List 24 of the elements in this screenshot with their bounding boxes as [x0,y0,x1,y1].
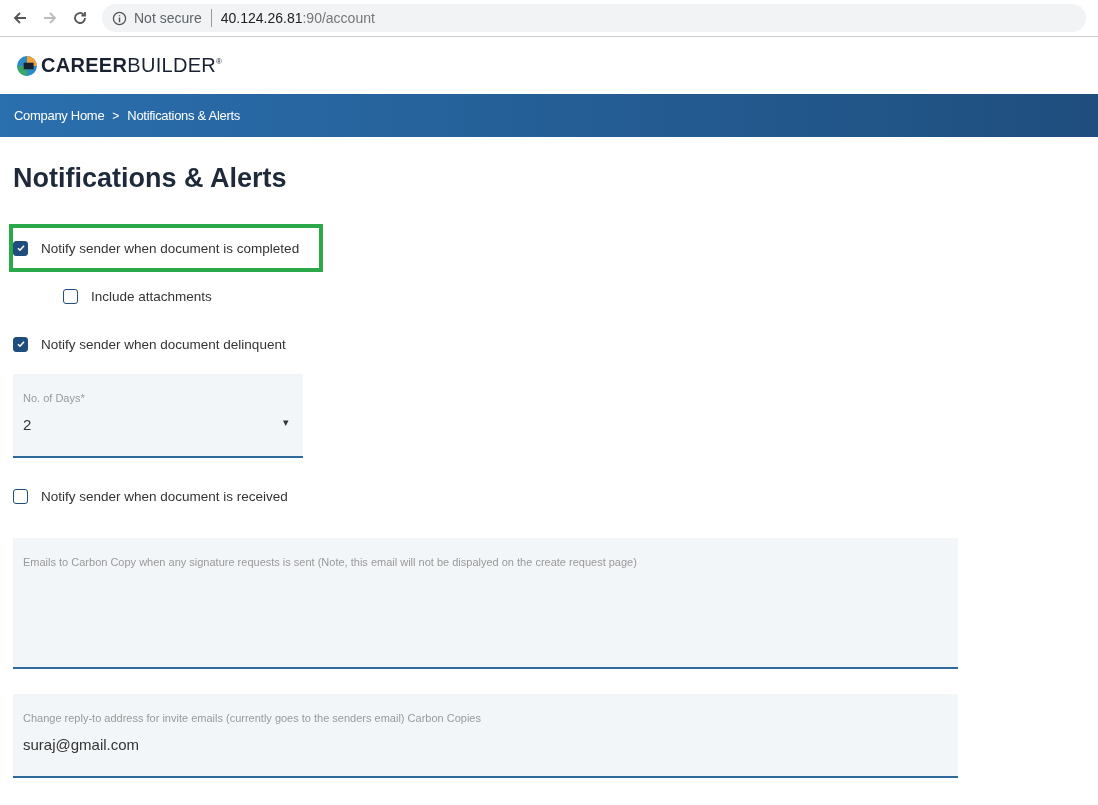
breadcrumb-link[interactable]: Notifications & Alerts [127,108,240,123]
checkbox[interactable] [13,488,28,504]
breadcrumb-separator: > [112,108,120,123]
checkbox-label: Notify sender when document is completed [41,240,300,256]
checkbox[interactable] [13,336,28,352]
check-icon [15,243,26,253]
checkbox-label: Include attachments [91,288,212,304]
logo-icon [16,54,38,77]
checkbox[interactable] [13,240,28,256]
security-label: Not secure [134,10,202,26]
checkbox[interactable] [63,288,78,304]
checkbox-label: Notify sender when document delinquent [41,336,286,352]
reply-to-field[interactable]: Change reply-to address for invite emails (currently goes to the senders email) Carbon Copies suraj@gmail.com [13,694,958,778]
days-dropdown[interactable]: No. of Days* 2 ▾ [13,374,303,458]
logo-text: CAREERBUILDER$^{®}$ [41,54,223,77]
info-icon [112,10,127,26]
checkbox-label: Notify sender when document is received [41,488,288,504]
url-text: 40.124.26.81:90/account [220,10,375,26]
reload-icon[interactable] [72,10,88,26]
page-title: Notifications & Alerts [13,163,288,194]
breadcrumb-link[interactable]: Company Home [14,108,105,123]
address-bar[interactable]: Not secure 40.124.26.81:90/account [102,4,1086,32]
back-icon[interactable] [12,10,28,26]
check-icon [15,339,26,349]
